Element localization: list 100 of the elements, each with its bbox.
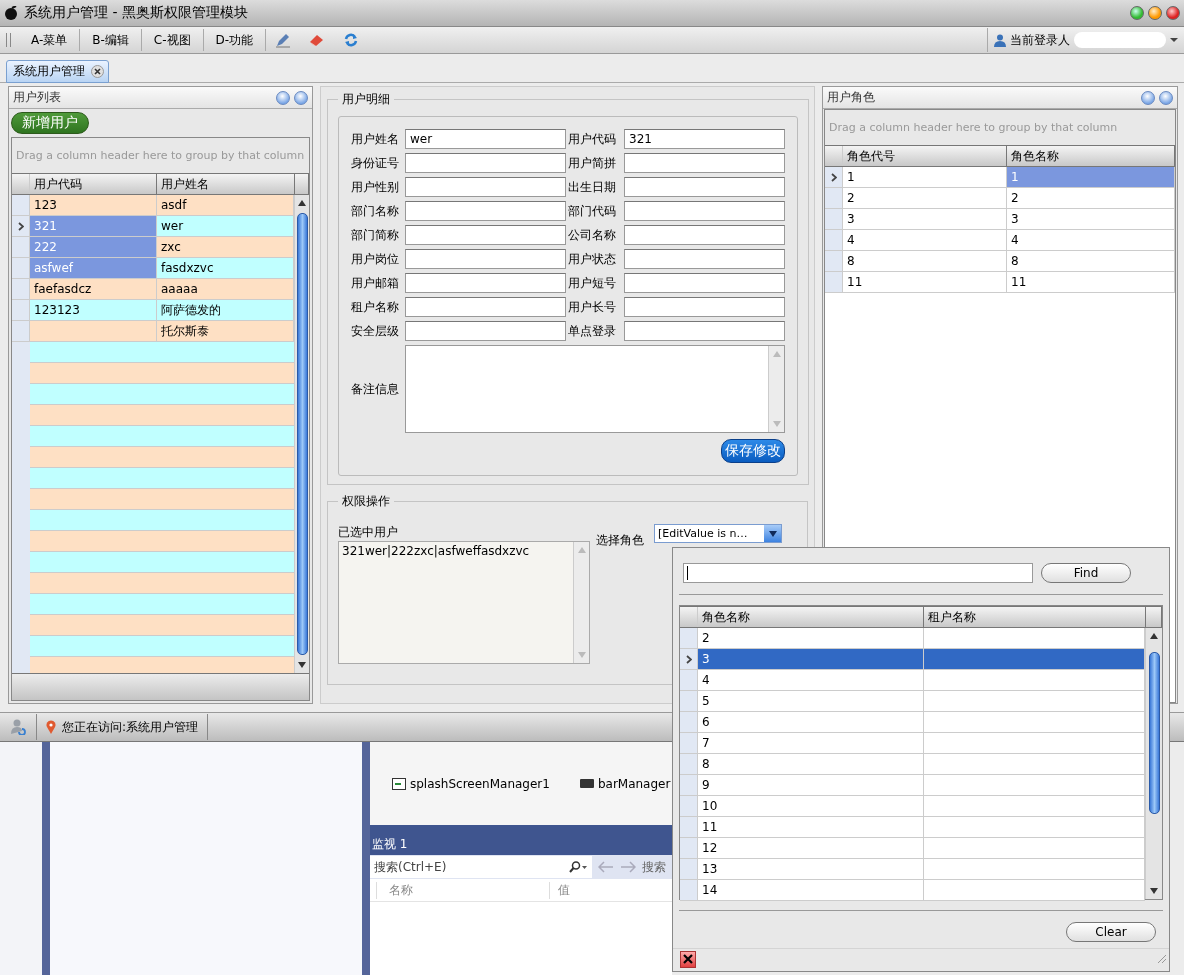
input-field[interactable] (624, 273, 785, 293)
app-icon (4, 6, 18, 20)
table-cell: 13 (702, 862, 718, 876)
scroll-up-icon[interactable] (1150, 633, 1158, 639)
dropdown-button[interactable] (764, 525, 781, 542)
input-field[interactable] (405, 249, 566, 269)
field-label: 用户长号 (568, 298, 617, 316)
clear-button[interactable]: Clear (1066, 922, 1156, 942)
menu-item[interactable]: B-编辑 (80, 29, 142, 51)
search-field[interactable] (683, 563, 1033, 583)
input-field[interactable] (405, 273, 566, 293)
window-title: 系统用户管理 - 黑奥斯权限管理模块 (24, 4, 248, 22)
input-field[interactable] (624, 177, 785, 197)
scroll-down-icon[interactable] (1150, 888, 1158, 894)
component-label[interactable]: barManager (597, 776, 671, 791)
list-row[interactable]: 14 (680, 880, 1145, 901)
table-cell: aaaaa (157, 279, 294, 299)
column-header[interactable]: 角色代号 (843, 146, 1007, 166)
list-row[interactable]: 13 (680, 859, 1145, 880)
input-field[interactable] (624, 297, 785, 317)
field-label: 部门简称 (351, 226, 400, 244)
field-label: 身份证号 (351, 154, 400, 172)
menu-item[interactable]: D-功能 (203, 29, 267, 51)
scrollbar[interactable] (294, 195, 309, 673)
resize-grip-icon[interactable] (1157, 954, 1167, 964)
close-button[interactable] (680, 950, 696, 968)
input-field[interactable] (405, 321, 566, 341)
row-indicator[interactable] (825, 167, 843, 187)
input-field[interactable] (624, 225, 785, 245)
input-field[interactable] (405, 201, 566, 221)
save-button[interactable]: 保存修改 (721, 439, 785, 463)
input-field[interactable] (405, 177, 566, 197)
list-row[interactable]: 7 (680, 733, 1145, 754)
panel-close-button[interactable] (1159, 90, 1173, 105)
input-field[interactable] (624, 153, 785, 173)
input-field[interactable] (624, 201, 785, 221)
table-cell: zxc (157, 237, 294, 257)
component-label[interactable]: splashScreenManager1 (410, 776, 550, 791)
group-hint: Drag a column header here to group by that column (16, 149, 305, 162)
field-label: 用户短号 (568, 274, 617, 292)
list-row[interactable]: 11 (680, 817, 1145, 838)
input-field[interactable] (405, 297, 566, 317)
scrollbar[interactable] (1145, 628, 1162, 899)
list-row[interactable]: 6 (680, 712, 1145, 733)
scroll-up-icon[interactable] (298, 200, 306, 206)
panel-pin-button[interactable] (1141, 90, 1155, 105)
menu-item[interactable]: C-视图 (141, 29, 204, 51)
column-header[interactable]: 租户名称 (924, 607, 1146, 627)
list-row[interactable]: 2 (680, 628, 1145, 649)
user-switch-icon[interactable] (9, 719, 27, 735)
list-row[interactable]: 8 (680, 754, 1145, 775)
scroll-down-icon[interactable] (298, 662, 306, 668)
column-header[interactable]: 名称 (376, 881, 550, 899)
field-label: 选择角色 (596, 532, 644, 549)
input-field[interactable]: wer (405, 129, 566, 149)
table-cell: 222 (30, 237, 157, 257)
field-label: 备注信息 (351, 380, 400, 398)
field-label: 已选中用户 (338, 524, 399, 541)
list-row[interactable]: 10 (680, 796, 1145, 817)
input-field[interactable] (405, 225, 566, 245)
list-row[interactable]: 5 (680, 691, 1145, 712)
pen-icon[interactable] (274, 31, 293, 49)
table-cell: 阿萨德发的 (157, 300, 294, 320)
input-field[interactable]: 321 (624, 129, 785, 149)
group-title: 用户明细 (341, 91, 391, 108)
column-header[interactable]: 用户姓名 (157, 174, 295, 194)
maximize-button[interactable] (1148, 6, 1162, 20)
find-button[interactable]: Find (1041, 563, 1131, 583)
add-user-button[interactable]: 新增用户 (11, 112, 89, 134)
field-label: 租户名称 (351, 298, 400, 316)
input-field[interactable] (405, 153, 566, 173)
chevron-icon (17, 221, 24, 231)
search-field[interactable]: 搜索(Ctrl+E) (370, 856, 592, 878)
search-icon[interactable] (568, 861, 588, 873)
field-label: 用户姓名 (351, 130, 400, 148)
panel-pin-button[interactable] (276, 90, 290, 105)
column-header[interactable]: 用户代码 (30, 174, 157, 194)
column-header[interactable]: 值 (550, 881, 570, 899)
column-header[interactable]: 角色名称 (1007, 146, 1175, 166)
table-cell: 11 (702, 820, 718, 834)
list-row[interactable]: 9 (680, 775, 1145, 796)
list-row[interactable]: 3 (680, 649, 1145, 670)
header-corner (825, 146, 843, 166)
row-indicator[interactable] (12, 216, 30, 236)
input-field[interactable] (624, 249, 785, 269)
caret-icon[interactable] (1170, 37, 1178, 43)
panel-close-button[interactable] (294, 90, 308, 105)
user-icon (994, 33, 1006, 47)
field-label: 部门名称 (351, 202, 400, 220)
list-row[interactable]: 4 (680, 670, 1145, 691)
minimize-button[interactable] (1130, 6, 1144, 20)
header-corner (12, 174, 30, 194)
role-combo[interactable]: [EditValue is n… (654, 524, 782, 543)
document-tab[interactable]: 系统用户管理 (6, 60, 109, 83)
close-icon[interactable] (91, 65, 104, 78)
menu-item[interactable]: A-菜单 (19, 29, 81, 51)
column-header[interactable]: 角色名称 (698, 607, 924, 627)
input-field[interactable] (624, 321, 785, 341)
group-title: 权限操作 (341, 493, 391, 510)
list-row[interactable]: 12 (680, 838, 1145, 859)
